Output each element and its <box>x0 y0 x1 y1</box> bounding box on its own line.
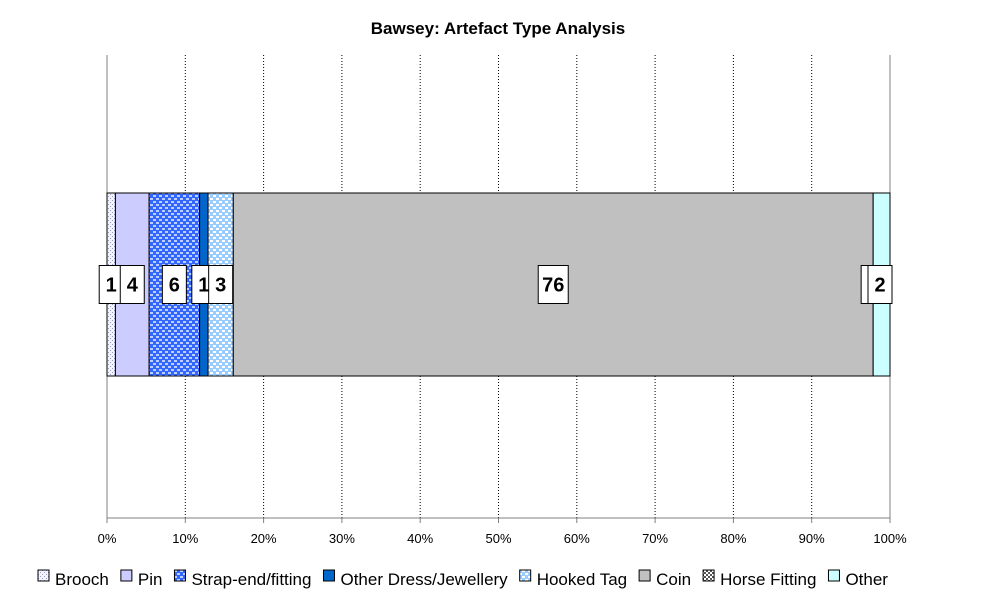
legend-label: Pin <box>138 570 163 589</box>
legend-label: Other <box>845 570 888 589</box>
x-tick-label: 60% <box>564 531 590 546</box>
x-tick-label: 70% <box>642 531 668 546</box>
data-label: 76 <box>542 275 564 297</box>
legend-label: Horse Fitting <box>720 570 816 589</box>
legend-swatch <box>37 569 50 582</box>
stacked-bar-chart: Bawsey: Artefact Type Analysis 0% 10% 20% 3… <box>37 19 907 589</box>
legend-label: Hooked Tag <box>537 570 627 589</box>
legend-swatch <box>638 569 651 582</box>
legend-swatch <box>702 569 715 582</box>
x-tick-label: 10% <box>172 531 198 546</box>
legend-label: Coin <box>656 570 691 589</box>
x-tick-label: 20% <box>251 531 277 546</box>
chart-title: Bawsey: Artefact Type Analysis <box>371 19 625 38</box>
legend-swatch <box>519 569 532 582</box>
legend-swatch <box>827 569 840 582</box>
data-label: 1 <box>106 275 117 297</box>
x-tick-label: 100% <box>873 531 907 546</box>
x-tick-label: 0% <box>98 531 117 546</box>
legend-label: Strap-end/fitting <box>191 570 311 589</box>
data-label: 1 <box>198 275 209 297</box>
x-tick-label: 90% <box>799 531 825 546</box>
data-label: 4 <box>127 275 139 297</box>
data-label: 3 <box>215 275 226 297</box>
data-label: 2 <box>874 275 885 297</box>
legend-swatch <box>173 569 186 582</box>
legend-swatch <box>322 569 335 582</box>
data-label: 6 <box>169 275 180 297</box>
legend-swatch <box>120 569 133 582</box>
legend-label: Other Dress/Jewellery <box>340 570 508 589</box>
legend-label: Brooch <box>55 570 109 589</box>
x-tick-label: 80% <box>720 531 746 546</box>
x-tick-label: 50% <box>485 531 511 546</box>
x-tick-label: 30% <box>329 531 355 546</box>
x-tick-label: 40% <box>407 531 433 546</box>
